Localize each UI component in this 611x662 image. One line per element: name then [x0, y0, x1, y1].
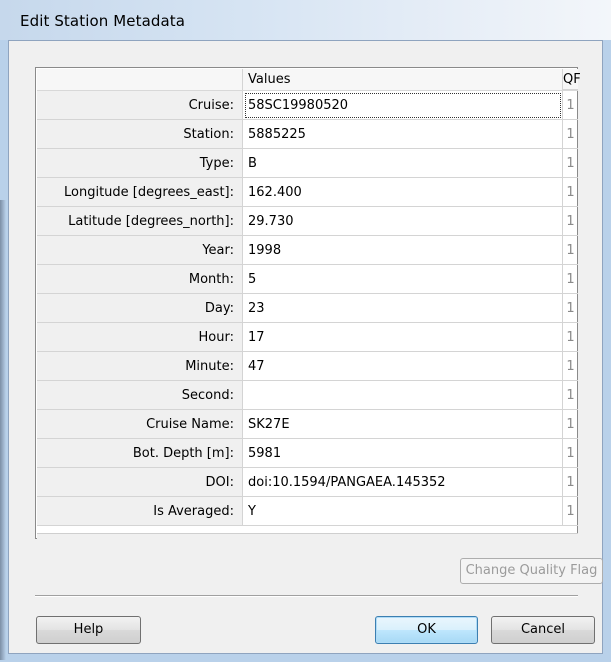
row-label: Bot. Depth [m]:	[37, 439, 243, 468]
qf-cell[interactable]: 1	[563, 381, 578, 410]
value-cell[interactable]: 23	[243, 294, 563, 323]
value-cell[interactable]	[243, 381, 563, 410]
row-label: Latitude [degrees_north]:	[37, 207, 243, 236]
row-label: Is Averaged:	[37, 497, 243, 526]
row-label: Cruise Name:	[37, 410, 243, 439]
table-row-minute: Minute: 47 1	[37, 352, 578, 381]
table-row-bot-depth: Bot. Depth [m]: 5981 1	[37, 439, 578, 468]
table-row-longitude: Longitude [degrees_east]: 162.400 1	[37, 178, 578, 207]
qf-cell[interactable]: 1	[563, 439, 578, 468]
table-row-second: Second: 1	[37, 381, 578, 410]
qf-cell[interactable]: 1	[563, 323, 578, 352]
table-row-hour: Hour: 17 1	[37, 323, 578, 352]
table-row-station: Station: 5885225 1	[37, 120, 578, 149]
qf-cell[interactable]: 1	[563, 265, 578, 294]
table-row-doi: DOI: doi:10.1594/PANGAEA.145352 1	[37, 468, 578, 497]
qf-cell[interactable]: 1	[563, 497, 578, 526]
value-cell[interactable]: 1998	[243, 236, 563, 265]
row-label: Second:	[37, 381, 243, 410]
table-row-month: Month: 5 1	[37, 265, 578, 294]
value-cell[interactable]: 17	[243, 323, 563, 352]
table-footer	[37, 533, 578, 540]
row-label: Month:	[37, 265, 243, 294]
value-cell[interactable]: 5885225	[243, 120, 563, 149]
value-cell[interactable]: 58SC19980520	[243, 91, 563, 120]
qf-cell[interactable]: 1	[563, 352, 578, 381]
value-cell[interactable]: 5981	[243, 439, 563, 468]
qf-cell[interactable]: 1	[563, 207, 578, 236]
window-edge-shadow	[0, 200, 6, 660]
qf-cell[interactable]: 1	[563, 294, 578, 323]
table-header-row: Values QF	[37, 69, 581, 91]
row-label: Minute:	[37, 352, 243, 381]
qf-cell[interactable]: 1	[563, 236, 578, 265]
row-label: Station:	[37, 120, 243, 149]
table-row-cruise: Cruise: 58SC19980520 1	[37, 91, 578, 120]
row-label: Type:	[37, 149, 243, 178]
dialog-title: Edit Station Metadata	[20, 12, 186, 30]
table-row-day: Day: 23 1	[37, 294, 578, 323]
ok-button[interactable]: OK	[375, 616, 478, 644]
value-cell[interactable]: B	[243, 149, 563, 178]
row-label: DOI:	[37, 468, 243, 497]
table-row-latitude: Latitude [degrees_north]: 29.730 1	[37, 207, 578, 236]
dialog-body: Values QF Cruise: 58SC19980520 1 Station…	[8, 40, 603, 654]
qf-cell[interactable]: 1	[563, 410, 578, 439]
value-cell[interactable]: Y	[243, 497, 563, 526]
value-cell[interactable]: 162.400	[243, 178, 563, 207]
row-label: Longitude [degrees_east]:	[37, 178, 243, 207]
divider	[35, 595, 578, 597]
qf-cell[interactable]: 1	[563, 468, 578, 497]
table-row-type: Type: B 1	[37, 149, 578, 178]
qf-cell[interactable]: 1	[563, 91, 578, 120]
row-label: Year:	[37, 236, 243, 265]
value-cell[interactable]: 47	[243, 352, 563, 381]
qf-cell[interactable]: 1	[563, 120, 578, 149]
change-quality-flag-button[interactable]: Change Quality Flag	[460, 558, 603, 584]
help-button[interactable]: Help	[36, 616, 141, 644]
value-cell[interactable]: 5	[243, 265, 563, 294]
header-qf[interactable]: QF	[563, 69, 581, 90]
header-label-column	[37, 69, 243, 90]
qf-cell[interactable]: 1	[563, 178, 578, 207]
cancel-button[interactable]: Cancel	[491, 616, 595, 644]
row-label: Cruise:	[37, 91, 243, 120]
table-row-cruise-name: Cruise Name: SK27E 1	[37, 410, 578, 439]
value-cell[interactable]: doi:10.1594/PANGAEA.145352	[243, 468, 563, 497]
row-label: Hour:	[37, 323, 243, 352]
row-label: Day:	[37, 294, 243, 323]
header-values[interactable]: Values	[243, 69, 563, 90]
table-row-year: Year: 1998 1	[37, 236, 578, 265]
edit-station-metadata-dialog: Edit Station Metadata Values QF Cruise: …	[0, 0, 611, 662]
title-bar[interactable]: Edit Station Metadata	[0, 0, 611, 40]
qf-cell[interactable]: 1	[563, 149, 578, 178]
value-cell[interactable]: 29.730	[243, 207, 563, 236]
metadata-table: Values QF Cruise: 58SC19980520 1 Station…	[35, 67, 581, 540]
value-cell[interactable]: SK27E	[243, 410, 563, 439]
table-row-is-averaged: Is Averaged: Y 1	[37, 497, 578, 526]
